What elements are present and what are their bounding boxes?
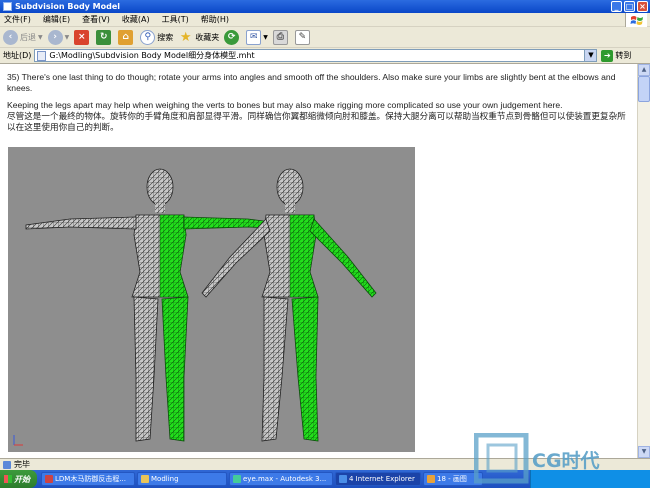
ie-icon: [339, 475, 347, 483]
window-title: Subdvision Body Model: [15, 2, 121, 11]
watermark-text: CG时代: [532, 449, 600, 472]
window-controls: _ □ ×: [611, 1, 648, 12]
back-button[interactable]: ‹ 后退 ▼: [3, 29, 43, 45]
back-arrow-icon: ‹: [3, 29, 18, 45]
stop-icon: ×: [74, 29, 90, 45]
menu-edit[interactable]: 编辑(E): [43, 14, 70, 25]
page-done-icon: [3, 460, 11, 469]
forward-button[interactable]: › ▼: [47, 29, 70, 45]
vertical-scrollbar[interactable]: ▲ ▼: [637, 64, 650, 458]
chevron-down-icon: ▼: [263, 33, 268, 41]
cg-logo-icon: [474, 433, 529, 484]
cg-watermark-logo: CG时代: [474, 432, 644, 486]
home-icon: ⌂: [118, 29, 134, 45]
taskbar-item-ldm[interactable]: LDM木马防御反击程...: [41, 472, 135, 486]
taskbar-item-modling[interactable]: Modling: [137, 472, 227, 486]
menu-file[interactable]: 文件(F): [4, 14, 31, 25]
go-button[interactable]: ➔ 转到: [601, 49, 631, 62]
chevron-down-icon[interactable]: ▼: [584, 50, 597, 61]
address-value: G:\Modling\Subdvision Body Model细分身体模型.m…: [49, 51, 255, 60]
edit-button[interactable]: ✎: [294, 29, 312, 45]
print-icon: ⎙: [272, 29, 288, 45]
chevron-down-icon: ▼: [64, 33, 70, 41]
body-models-illustration: [13, 168, 377, 446]
windows-logo-icon: [625, 13, 647, 27]
close-button[interactable]: ×: [637, 1, 648, 12]
menu-favorites[interactable]: 收藏(A): [122, 14, 150, 25]
address-input[interactable]: G:\Modling\Subdvision Body Model细分身体模型.m…: [34, 49, 598, 62]
home-button[interactable]: ⌂: [118, 29, 135, 45]
mail-button[interactable]: ✉ ▼: [246, 29, 268, 45]
go-arrow-icon: ➔: [601, 49, 614, 62]
chevron-down-icon: ▼: [38, 33, 43, 41]
step-text-en-2: Keeping the legs apart may help when wei…: [7, 100, 563, 110]
menu-bar: 文件(F) 编辑(E) 查看(V) 收藏(A) 工具(T) 帮助(H): [0, 13, 650, 27]
stop-button[interactable]: ×: [74, 29, 91, 45]
step-text-cn: 尽管这是一个最终的物体。旋转你的手臂角度和肩部显得平滑。同样确信你翼都缩微倾向肘…: [7, 111, 626, 132]
axis-gizmo-icon: [13, 435, 23, 446]
status-text: 完毕: [14, 460, 30, 469]
address-bar: 地址(D) G:\Modling\Subdvision Body Model细分…: [0, 48, 650, 64]
taskbar-item-3dsmax[interactable]: eye.max - Autodesk 3...: [229, 472, 333, 486]
page-content: 35) There's one last thing to do though;…: [0, 64, 637, 458]
refresh-button[interactable]: ↻: [96, 29, 113, 45]
mail-icon: ✉: [246, 29, 262, 45]
maximize-button[interactable]: □: [624, 1, 635, 12]
scroll-thumb[interactable]: [638, 76, 650, 102]
start-button[interactable]: 开始: [0, 470, 37, 488]
forward-arrow-icon: ›: [47, 29, 63, 45]
3dsmax-icon: [233, 475, 241, 483]
minimize-button[interactable]: _: [611, 1, 622, 12]
shield-icon: [45, 475, 53, 483]
scroll-up-button[interactable]: ▲: [638, 64, 650, 76]
title-bar: Subdvision Body Model _ □ ×: [0, 0, 650, 13]
menu-tools[interactable]: 工具(T): [162, 14, 189, 25]
page-icon: [37, 50, 47, 61]
step-text-en-1: 35) There's one last thing to do though;…: [7, 72, 616, 93]
edit-icon: ✎: [294, 29, 310, 45]
print-button[interactable]: ⎙: [272, 29, 290, 45]
refresh-icon: ↻: [96, 29, 112, 45]
tpose-figure: [25, 168, 295, 442]
toolbar: ‹ 后退 ▼ › ▼ × ↻ ⌂ ⚲ 搜索 ★ 收藏夹 ⟳ ✉ ▼ ⎙ ✎: [0, 27, 650, 48]
ie-window-icon: [3, 2, 12, 11]
menu-help[interactable]: 帮助(H): [201, 14, 229, 25]
taskbar-item-internet-explorer[interactable]: 4 Internet Explorer: [335, 472, 421, 486]
address-label: 地址(D): [3, 51, 32, 60]
windows-flag-icon: [4, 475, 12, 483]
folder-icon: [141, 475, 149, 483]
history-icon: ⟳: [224, 29, 240, 45]
star-icon: ★: [179, 29, 192, 45]
model-render-image: [8, 147, 415, 452]
apose-figure: [201, 168, 377, 442]
history-button[interactable]: ⟳: [224, 29, 241, 45]
search-button[interactable]: ⚲ 搜索: [140, 29, 173, 45]
search-icon: ⚲: [140, 29, 156, 45]
favorites-button[interactable]: ★ 收藏夹: [178, 30, 219, 45]
paint-icon: [427, 475, 435, 483]
menu-view[interactable]: 查看(V): [82, 14, 110, 25]
